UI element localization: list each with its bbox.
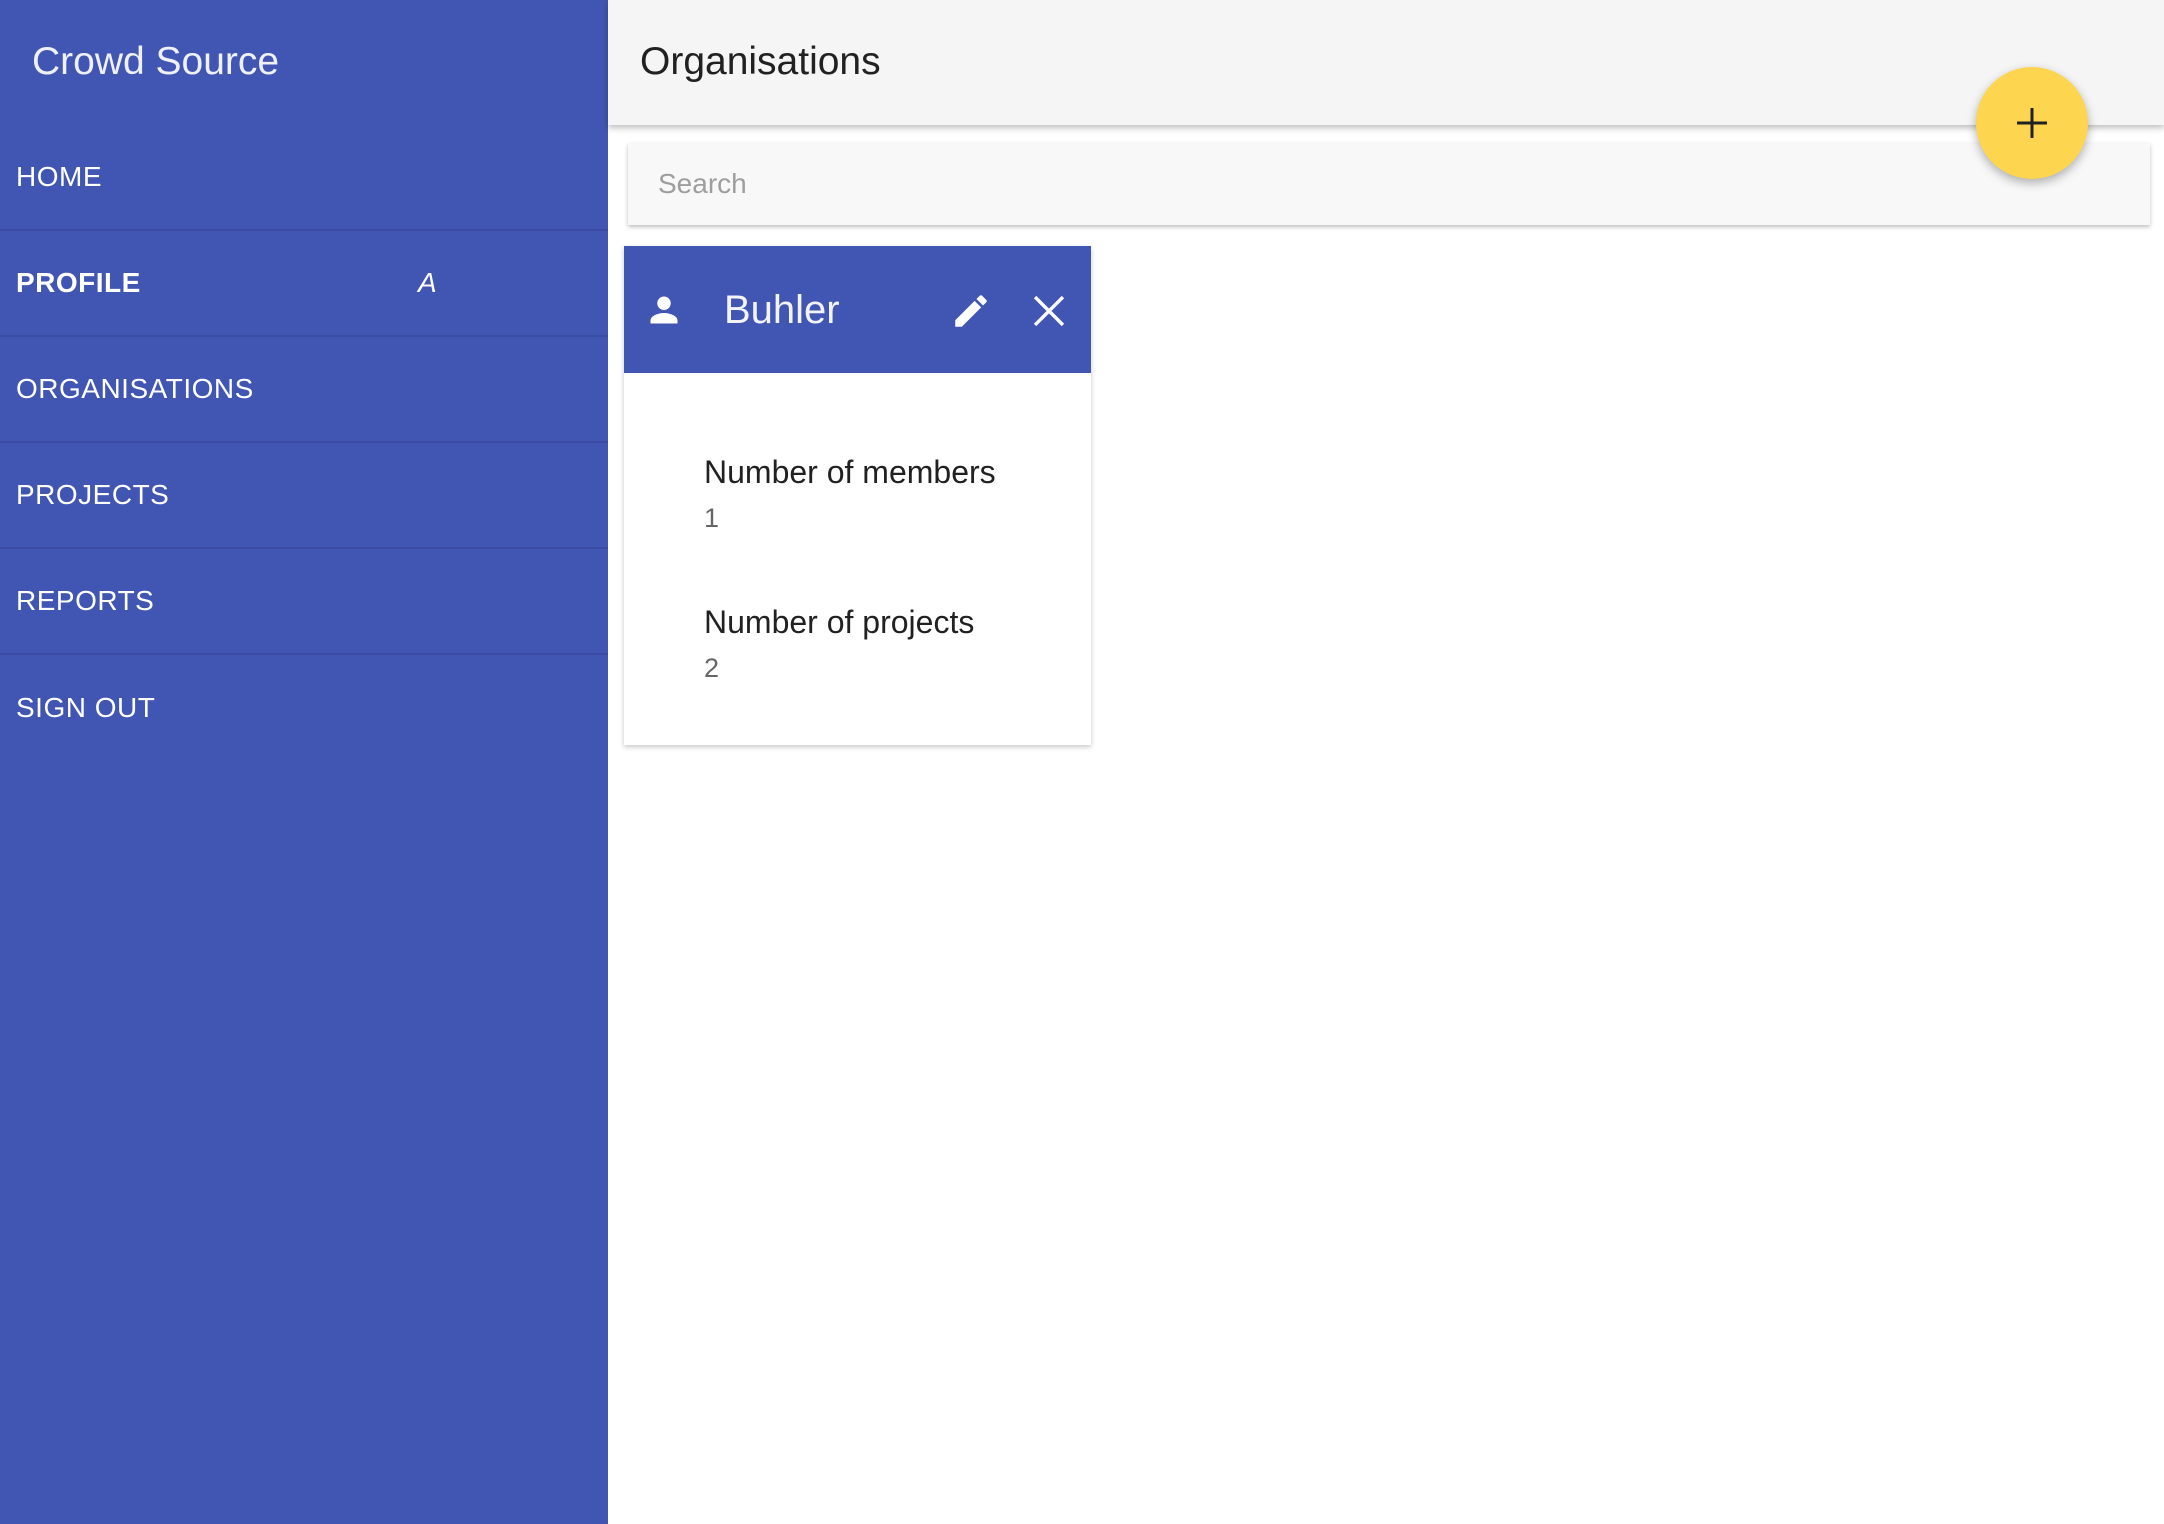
close-icon[interactable] [1032,294,1066,328]
organisation-card: Buhler Number of members 1 Number of pro… [624,246,1091,745]
sidebar-item-profile[interactable]: PROFILE A [0,231,608,337]
projects-label: Number of projects [704,604,975,640]
sidebar-item-label: REPORTS [16,585,155,616]
page-title: Organisations [640,40,881,83]
projects-stat: Number of projects 2 [704,602,974,686]
members-value: 1 [704,503,720,533]
members-stat: Number of members 1 [704,452,996,536]
sidebar-item-label: PROFILE [16,267,141,298]
card-header: Buhler [624,246,1091,373]
pencil-icon[interactable] [950,290,992,332]
search-input[interactable] [628,143,2150,225]
organisation-name: Buhler [724,288,840,332]
sidebar-item-label: PROJECTS [16,479,170,510]
sidebar-item-label: HOME [16,161,102,192]
page-header: Organisations [608,0,2164,125]
sidebar-nav: HOME PROFILE A ORGANISATIONS PROJECTS RE… [0,125,608,761]
sidebar-item-sign-out[interactable]: SIGN OUT [0,655,608,761]
sidebar-item-organisations[interactable]: ORGANISATIONS [0,337,608,443]
sidebar-item-home[interactable]: HOME [0,125,608,231]
plus-icon [2017,108,2047,138]
members-label: Number of members [704,454,996,490]
projects-value: 2 [704,653,720,683]
sidebar-item-reports[interactable]: REPORTS [0,549,608,655]
app-title: Crowd Source [32,40,280,83]
search-bar [628,143,2150,225]
profile-badge: A [418,267,438,298]
sidebar: Crowd Source HOME PROFILE A ORGANISATION… [0,0,608,1524]
sidebar-item-label: SIGN OUT [16,692,156,723]
app-root: Crowd Source HOME PROFILE A ORGANISATION… [0,0,2164,1524]
person-icon [650,296,678,324]
sidebar-item-projects[interactable]: PROJECTS [0,443,608,549]
sidebar-item-label: ORGANISATIONS [16,373,254,404]
add-organisation-button[interactable] [1976,67,2088,179]
